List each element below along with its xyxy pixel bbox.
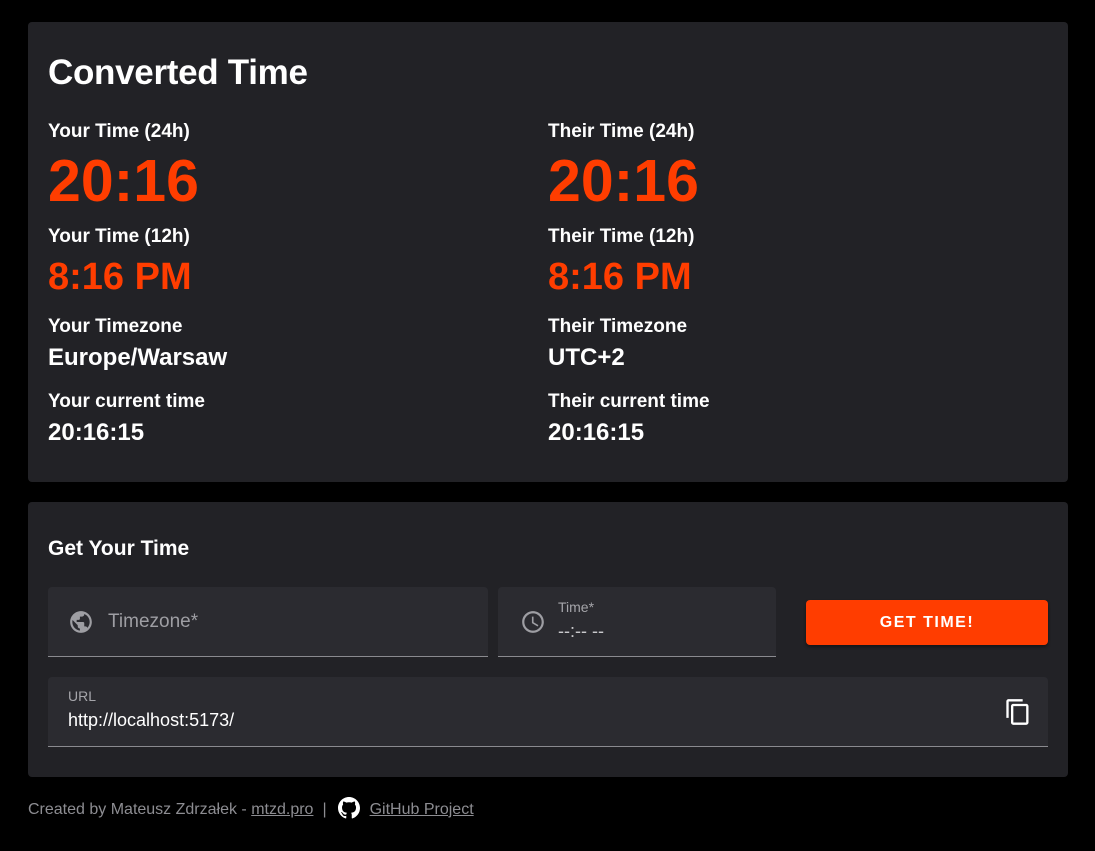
your-current-time-value: 20:16:15 [48, 419, 145, 446]
your-timezone-label: Your Timezone [48, 316, 183, 337]
copy-icon[interactable] [1004, 698, 1032, 726]
their-time-12h-label: Their Time (12h) [548, 226, 695, 247]
url-value: http://localhost:5173/ [68, 710, 235, 730]
their-time-24h-value: 20:16 [548, 148, 699, 214]
your-timezone-value: Europe/Warsaw [48, 344, 228, 371]
site-link[interactable]: mtzd.pro [251, 801, 313, 818]
card-title: Converted Time [48, 53, 308, 92]
their-current-time-label: Their current time [548, 391, 710, 412]
your-time-12h-value: 8:16 PM [48, 256, 192, 298]
get-time-button[interactable]: GET TIME! [806, 600, 1048, 645]
their-timezone-value: UTC+2 [548, 344, 625, 371]
time-label: Time* [558, 599, 595, 615]
their-time-12h-value: 8:16 PM [548, 256, 692, 298]
your-current-time-label: Your current time [48, 391, 205, 412]
time-value: --:-- -- [558, 621, 604, 641]
clock-icon [522, 611, 544, 633]
github-link[interactable]: GitHub Project [370, 801, 474, 818]
url-label: URL [68, 688, 97, 704]
their-timezone-label: Their Timezone [548, 316, 688, 337]
url-field[interactable]: URL http://localhost:5173/ [48, 677, 1048, 747]
time-input[interactable]: Time* --:-- -- [498, 587, 776, 657]
your-time-24h-value: 20:16 [48, 148, 199, 214]
get-your-time-card: Get Your Time Timezone* Time* --:-- -- G… [28, 502, 1068, 777]
globe-icon [70, 611, 92, 633]
github-icon [337, 797, 360, 819]
your-time-12h-label: Your Time (12h) [48, 226, 190, 247]
converted-time-card: Converted Time Your Time (24h) 20:16 You… [28, 22, 1068, 482]
their-current-time-value: 20:16:15 [548, 419, 645, 446]
timezone-input[interactable]: Timezone* [48, 587, 488, 657]
their-time-24h-label: Their Time (24h) [548, 121, 695, 142]
section-title: Get Your Time [48, 537, 190, 560]
footer-credit: Created by Mateusz Zdrzałek - [28, 801, 252, 818]
footer-separator: | [322, 801, 327, 818]
your-time-24h-label: Your Time (24h) [48, 121, 190, 142]
timezone-placeholder: Timezone* [108, 611, 199, 632]
footer: Created by Mateusz Zdrzałek - mtzd.pro | … [28, 797, 474, 821]
